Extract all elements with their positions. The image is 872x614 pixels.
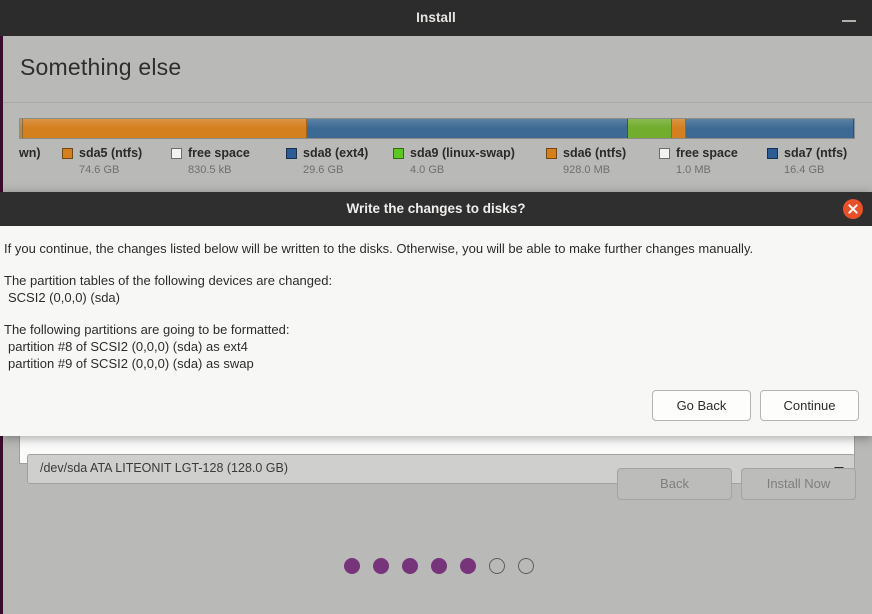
dialog-title: Write the changes to disks? bbox=[346, 201, 526, 216]
legend-size: 29.6 GB bbox=[303, 164, 344, 176]
legend-item: sda5 (ntfs) 74.6 GB bbox=[62, 145, 142, 176]
legend-label: free space bbox=[676, 146, 738, 160]
dialog-section2-heading: The following partitions are going to be… bbox=[4, 322, 290, 337]
partition-bar[interactable] bbox=[19, 118, 855, 139]
progress-dot bbox=[344, 558, 360, 574]
partition-segment[interactable] bbox=[306, 119, 628, 138]
dialog-titlebar: Write the changes to disks? bbox=[0, 192, 872, 226]
legend-size: 74.6 GB bbox=[79, 164, 120, 176]
title-separator bbox=[3, 102, 872, 103]
legend-label: sda5 (ntfs) bbox=[79, 146, 143, 160]
window-title: Install bbox=[416, 10, 456, 25]
legend-swatch bbox=[659, 147, 670, 159]
install-window: Install Something else wn) sda5 (ntfs) 74.… bbox=[0, 0, 872, 614]
legend-size: 830.5 kB bbox=[188, 164, 232, 176]
legend-item: sda6 (ntfs) 928.0 MB bbox=[546, 145, 626, 176]
partition-segment[interactable] bbox=[23, 119, 307, 138]
legend-item: free space 1.0 MB bbox=[659, 145, 738, 176]
install-now-button[interactable]: Install Now bbox=[741, 468, 856, 500]
progress-dot bbox=[373, 558, 389, 574]
dialog-section1-heading: The partition tables of the following de… bbox=[4, 273, 333, 288]
legend-label: wn) bbox=[19, 146, 41, 160]
progress-dot bbox=[489, 558, 505, 574]
progress-dot bbox=[518, 558, 534, 574]
minimize-icon[interactable] bbox=[838, 8, 860, 28]
legend-swatch bbox=[171, 147, 182, 159]
legend-label: sda8 (ext4) bbox=[303, 146, 369, 160]
legend-swatch bbox=[767, 147, 778, 159]
legend-label: free space bbox=[188, 146, 250, 160]
legend-item: wn) bbox=[19, 145, 41, 161]
legend-label: sda9 (linux-swap) bbox=[410, 146, 515, 160]
legend-label: sda7 (ntfs) bbox=[784, 146, 848, 160]
legend-size: 16.4 GB bbox=[784, 164, 825, 176]
legend-size: 1.0 MB bbox=[676, 164, 711, 176]
progress-dot bbox=[402, 558, 418, 574]
progress-dot bbox=[460, 558, 476, 574]
go-back-button[interactable]: Go Back bbox=[652, 390, 751, 421]
dialog-partition-item: partition #8 of SCSI2 (0,0,0) (sda) as e… bbox=[8, 339, 248, 354]
legend-size: 928.0 MB bbox=[563, 164, 611, 176]
legend-swatch bbox=[62, 147, 73, 159]
legend-item: sda7 (ntfs) 16.4 GB bbox=[767, 145, 847, 176]
legend-swatch bbox=[393, 147, 404, 159]
legend-swatch bbox=[286, 147, 297, 159]
partition-bar-area: wn) sda5 (ntfs) 74.6 GB free space 830.5 kB s… bbox=[19, 118, 855, 185]
write-changes-dialog: Write the changes to disks? If you conti… bbox=[0, 192, 872, 436]
dialog-intro-text: If you continue, the changes listed belo… bbox=[4, 241, 754, 256]
legend-item: free space 830.5 kB bbox=[171, 145, 250, 176]
device-selector-value: /dev/sda ATA LITEONIT LGT-128 (128.0 GB) bbox=[40, 461, 289, 475]
close-icon[interactable] bbox=[843, 199, 863, 219]
dialog-actions: Go Back Continue bbox=[0, 372, 872, 436]
progress-dot bbox=[431, 558, 447, 574]
legend-swatch bbox=[546, 147, 557, 159]
page-title: Something else bbox=[20, 54, 182, 80]
dialog-device-item: SCSI2 (0,0,0) (sda) bbox=[8, 290, 120, 305]
dialog-body: If you continue, the changes listed belo… bbox=[0, 226, 872, 436]
partition-segment[interactable] bbox=[672, 119, 686, 138]
legend-size: 4.0 GB bbox=[410, 164, 445, 176]
dialog-section2-items: partition #8 of SCSI2 (0,0,0) (sda) as e… bbox=[0, 338, 872, 372]
back-button[interactable]: Back bbox=[617, 468, 732, 500]
continue-button[interactable]: Continue bbox=[760, 390, 859, 421]
dialog-section1-items: SCSI2 (0,0,0) (sda) bbox=[0, 289, 872, 306]
window-titlebar: Install bbox=[0, 0, 872, 37]
progress-dots bbox=[3, 558, 872, 574]
nav-buttons: Back Install Now bbox=[617, 468, 856, 500]
partition-legend: wn) sda5 (ntfs) 74.6 GB free space 830.5 kB s… bbox=[19, 145, 855, 185]
partition-segment[interactable] bbox=[685, 119, 854, 138]
legend-item: sda8 (ext4) 29.6 GB bbox=[286, 145, 368, 176]
dialog-partition-item: partition #9 of SCSI2 (0,0,0) (sda) as s… bbox=[8, 356, 254, 371]
legend-item: sda9 (linux-swap) 4.0 GB bbox=[393, 145, 515, 176]
legend-label: sda6 (ntfs) bbox=[563, 146, 627, 160]
partition-segment[interactable] bbox=[627, 119, 673, 138]
